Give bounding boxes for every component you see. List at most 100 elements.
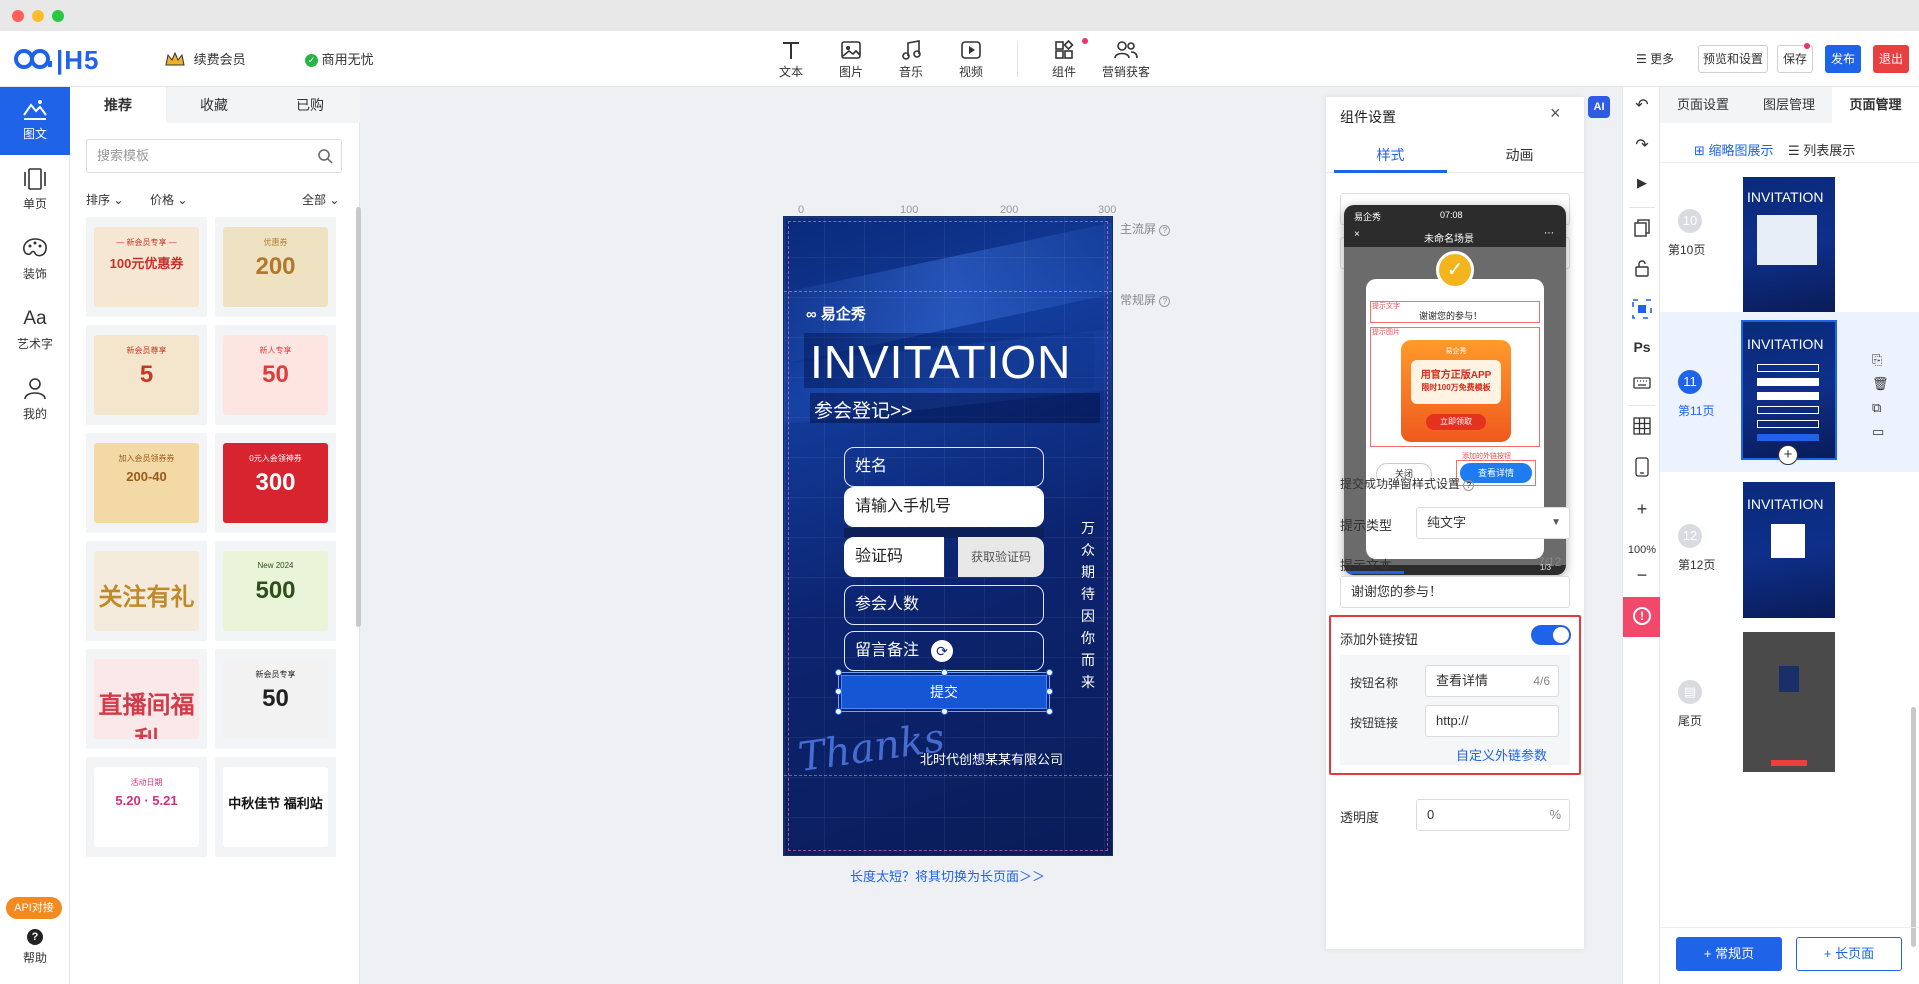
tip-type-select[interactable]: 纯文字 ▼ (1416, 507, 1570, 539)
duplicate-icon[interactable]: ⧉ (1872, 400, 1881, 416)
nav-art-text[interactable]: Aa 艺术字 (0, 297, 70, 365)
unlock-icon[interactable] (1623, 259, 1661, 280)
close-window-dot[interactable] (12, 10, 24, 22)
nav-decoration[interactable]: 装饰 (0, 227, 70, 295)
template-card[interactable]: 活动日期 5.20 · 5.21 (86, 757, 207, 857)
alert-button[interactable]: ! (1623, 597, 1661, 637)
zoom-out-icon[interactable]: − (1623, 565, 1661, 586)
page-list-scrollbar[interactable] (1911, 707, 1916, 947)
mobile-icon[interactable] (1623, 457, 1661, 480)
tab-favorites[interactable]: 收藏 (166, 87, 262, 123)
template-card[interactable]: 直播间福利 (86, 649, 207, 749)
template-card[interactable]: 新会员尊享 5 (86, 325, 207, 425)
count-field[interactable]: 参会人数 (844, 585, 1044, 625)
resize-handle[interactable] (835, 708, 842, 715)
invitation-title[interactable]: INVITATION (810, 335, 1071, 389)
tool-music[interactable]: 音乐 (883, 36, 939, 80)
help-circle-icon[interactable]: ? (1159, 225, 1171, 236)
search-icon[interactable] (317, 140, 333, 176)
exit-button[interactable]: 退出 (1873, 45, 1909, 73)
page-canvas[interactable]: ∞ 易企秀 INVITATION 参会登记>> 姓名 请输入手机号 验证码 获取… (783, 216, 1113, 856)
page-item-11-active[interactable]: 11 第11页 INVITATION + ⎘ 🗑 ⧉ ▭ (1660, 312, 1919, 472)
name-field[interactable]: 姓名 (844, 447, 1044, 487)
template-card[interactable]: 关注有礼 (86, 541, 207, 641)
tab-style[interactable]: 样式 (1326, 145, 1455, 165)
page-item-end[interactable]: ▤ 尾页 (1660, 632, 1919, 777)
tab-purchased[interactable]: 已购 (262, 87, 358, 123)
preview-settings-button[interactable]: 预览和设置 (1698, 45, 1768, 73)
refresh-icon[interactable]: ⟳ (931, 640, 953, 662)
sort-filter[interactable]: 排序 ⌄ (86, 191, 123, 208)
button-link-input[interactable]: http:// (1425, 705, 1559, 737)
tool-component[interactable]: 组件 (1036, 36, 1092, 80)
resize-handle[interactable] (1046, 688, 1053, 695)
more-menu[interactable]: ☰ 更多 (1636, 50, 1674, 67)
page-thumbnail[interactable] (1743, 632, 1835, 772)
publish-button[interactable]: 发布 (1825, 45, 1861, 73)
nav-single-page[interactable]: 单页 (0, 157, 70, 225)
tip-text-input[interactable]: 谢谢您的参与！ (1340, 576, 1570, 608)
tool-image[interactable]: 图片 (823, 36, 879, 80)
template-scrollbar[interactable] (356, 207, 361, 627)
price-filter[interactable]: 价格 ⌄ (150, 191, 187, 208)
list-view-toggle[interactable]: ☰ 列表展示 (1788, 140, 1855, 159)
ps-icon[interactable]: Ps (1623, 339, 1661, 355)
help-button[interactable]: ? 帮助 (0, 929, 70, 966)
custom-params-link[interactable]: 自定义外链参数 (1456, 745, 1547, 764)
company-name[interactable]: 北时代创想某某有限公司 (920, 749, 1063, 768)
template-search-input[interactable]: 搜索模板 (86, 139, 342, 173)
page-thumbnail[interactable]: INVITATION (1741, 320, 1837, 460)
code-field[interactable]: 验证码 (844, 537, 944, 577)
add-normal-page-button[interactable]: + 常规页 (1676, 937, 1782, 971)
page-item-12[interactable]: 12 第12页 INVITATION (1660, 482, 1919, 622)
tab-layer-manager[interactable]: 图层管理 (1746, 87, 1832, 123)
opacity-input[interactable]: 0 % (1416, 799, 1570, 831)
keyboard-icon[interactable] (1623, 377, 1661, 392)
phone-field[interactable]: 请输入手机号 (844, 487, 1044, 527)
tab-animation[interactable]: 动画 (1455, 145, 1584, 165)
template-card[interactable]: 加入会员领券券 200-40 (86, 433, 207, 533)
commercial-badge[interactable]: ✓ 商用无忧 (305, 49, 374, 68)
switch-long-page-link[interactable]: 长度太短？将其切换为长页面＞＞ (850, 866, 1045, 885)
help-circle-icon[interactable]: ? (1463, 480, 1475, 491)
remark-field[interactable]: 留言备注 ⟳ (844, 631, 1044, 671)
resize-handle[interactable] (941, 708, 948, 715)
close-icon[interactable]: × (1550, 103, 1561, 124)
add-long-page-button[interactable]: + 长页面 (1796, 937, 1902, 971)
template-card[interactable]: 中秋佳节 福利站 (215, 757, 336, 857)
app-logo[interactable]: |H5 (14, 45, 100, 78)
template-card[interactable]: — 新会员专享 — 100元优惠券 (86, 217, 207, 317)
resize-handle[interactable] (1046, 669, 1053, 676)
api-button[interactable]: API对接 (6, 897, 62, 919)
add-page-icon[interactable]: + (1778, 445, 1798, 465)
button-name-input[interactable]: 查看详情 4/6 (1425, 665, 1559, 697)
minimize-window-dot[interactable] (32, 10, 44, 22)
copy-page-icon[interactable] (1623, 219, 1661, 240)
tab-page-settings[interactable]: 页面设置 (1660, 87, 1746, 123)
get-code-button[interactable]: 获取验证码 (958, 537, 1044, 577)
resize-handle[interactable] (835, 669, 842, 676)
zoom-window-dot[interactable] (52, 10, 64, 22)
template-card[interactable]: 新人专享 50 (215, 325, 336, 425)
undo-icon[interactable]: ↶ (1623, 95, 1661, 115)
side-slogan[interactable]: 万众期待 因你而来 (1080, 517, 1096, 693)
page-thumbnail[interactable]: INVITATION (1743, 482, 1835, 618)
page-item-10[interactable]: 10 第10页 INVITATION (1660, 177, 1919, 313)
thumbnail-view-toggle[interactable]: ⊞ 缩略图展示 (1694, 140, 1774, 159)
nav-mine[interactable]: 我的 (0, 367, 70, 435)
tab-recommend[interactable]: 推荐 (70, 87, 166, 123)
folder-icon[interactable]: ▭ (1872, 424, 1884, 440)
copy-icon[interactable]: ⎘ (1872, 352, 1882, 368)
tool-video[interactable]: 视频 (943, 36, 999, 80)
ai-button[interactable]: AI (1588, 96, 1610, 118)
resize-handle[interactable] (835, 688, 842, 695)
template-card[interactable]: 新会员专享 50 (215, 649, 336, 749)
scan-icon[interactable] (1623, 299, 1661, 322)
tool-marketing[interactable]: 营销获客 (1096, 36, 1156, 80)
register-subtitle[interactable]: 参会登记>> (814, 396, 912, 423)
page-thumbnail[interactable]: INVITATION (1743, 177, 1835, 313)
ext-button-toggle[interactable] (1531, 625, 1571, 645)
template-card[interactable]: 0元入会领神券 300 (215, 433, 336, 533)
template-card[interactable]: 优惠券 200 (215, 217, 336, 317)
nav-image-text[interactable]: 图文 (0, 87, 70, 155)
